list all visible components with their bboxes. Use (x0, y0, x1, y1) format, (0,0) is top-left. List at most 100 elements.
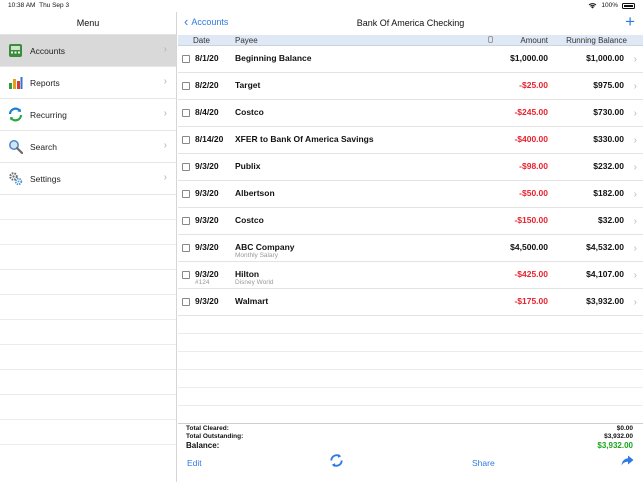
sidebar-item-accounts[interactable]: Accounts › (0, 35, 176, 67)
gears-icon (8, 171, 23, 186)
cleared-checkbox[interactable] (182, 163, 190, 171)
status-right: 100% (588, 2, 635, 9)
empty-row (178, 316, 643, 334)
transaction-payee: Hilton (235, 269, 260, 279)
accounts-icon (8, 43, 23, 58)
chevron-right-icon: › (633, 54, 637, 65)
register-panel: ‹ Accounts Bank Of America Checking + Da… (178, 12, 643, 482)
chevron-right-icon: › (163, 76, 167, 87)
cleared-checkbox[interactable] (182, 109, 190, 117)
edit-button[interactable]: Edit (187, 458, 202, 468)
attachment-icon (488, 36, 493, 43)
transaction-running-balance: $182.00 (593, 188, 624, 198)
sidebar-empty-row (0, 345, 176, 370)
battery-percent: 100% (601, 2, 618, 9)
empty-row (178, 352, 643, 370)
total-outstanding-label: Total Outstanding: (186, 433, 244, 440)
transaction-amount: $1,000.00 (510, 53, 548, 63)
cleared-checkbox[interactable] (182, 298, 190, 306)
chevron-right-icon: › (633, 297, 637, 308)
transaction-row[interactable]: 8/1/20 Beginning Balance $1,000.00 $1,00… (178, 46, 643, 73)
cleared-checkbox[interactable] (182, 82, 190, 90)
cleared-checkbox[interactable] (182, 217, 190, 225)
transaction-running-balance: $730.00 (593, 107, 624, 117)
transaction-running-balance: $3,932.00 (586, 296, 624, 306)
transaction-running-balance: $1,000.00 (586, 53, 624, 63)
sidebar-item-search[interactable]: Search › (0, 131, 176, 163)
chevron-right-icon: › (163, 44, 167, 55)
chevron-right-icon: › (163, 108, 167, 119)
forward-arrow-icon (621, 455, 634, 466)
transaction-row[interactable]: 8/4/20 Costco -$245.00 $730.00 › (178, 100, 643, 127)
transaction-amount: -$175.00 (514, 296, 548, 306)
transaction-amount: -$150.00 (514, 215, 548, 225)
transaction-payee: ABC Company (235, 242, 295, 252)
sidebar-item-reports[interactable]: Reports › (0, 67, 176, 99)
transaction-payee: Walmart (235, 296, 269, 306)
column-amount[interactable]: Amount (520, 36, 548, 45)
transaction-payee: Beginning Balance (235, 53, 312, 63)
transaction-row[interactable]: 9/3/20 Walmart -$175.00 $3,932.00 › (178, 289, 643, 316)
sidebar-item-label: Reports (30, 77, 60, 88)
sidebar-item-settings[interactable]: Settings › (0, 163, 176, 195)
transaction-amount: -$400.00 (514, 134, 548, 144)
sync-icon (330, 453, 343, 468)
sidebar-item-recurring[interactable]: Recurring › (0, 99, 176, 131)
transaction-date: 8/4/20 (195, 107, 219, 117)
transaction-row[interactable]: 8/14/20 XFER to Bank Of America Savings … (178, 127, 643, 154)
share-button[interactable]: Share (472, 458, 495, 468)
transaction-list: 8/1/20 Beginning Balance $1,000.00 $1,00… (178, 46, 643, 424)
transaction-row[interactable]: 9/3/20 Publix -$98.00 $232.00 › (178, 154, 643, 181)
transaction-row[interactable]: 9/3/20 ABC Company Monthly Salary $4,500… (178, 235, 643, 262)
transaction-payee: XFER to Bank Of America Savings (235, 134, 374, 144)
column-header: Date Payee Amount Running Balance (178, 35, 643, 46)
chevron-right-icon: › (633, 81, 637, 92)
cleared-checkbox[interactable] (182, 55, 190, 63)
column-payee[interactable]: Payee (235, 36, 258, 45)
transaction-running-balance: $4,532.00 (586, 242, 624, 252)
chevron-right-icon: › (163, 172, 167, 183)
transaction-date: 9/3/20 (195, 161, 219, 171)
page-title: Bank Of America Checking (356, 18, 465, 28)
sidebar: Menu Accounts › Reports › Recurring › Se… (0, 12, 177, 482)
reports-chart-icon (8, 75, 23, 90)
transaction-date: 9/3/20 (195, 215, 219, 225)
transaction-date: 8/1/20 (195, 53, 219, 63)
sidebar-empty-row (0, 420, 176, 445)
transaction-row[interactable]: 8/2/20 Target -$25.00 $975.00 › (178, 73, 643, 100)
transaction-payee: Publix (235, 161, 261, 171)
total-cleared-label: Total Cleared: (186, 425, 229, 432)
chevron-right-icon: › (633, 243, 637, 254)
chevron-right-icon: › (163, 140, 167, 151)
total-outstanding-value: $3,932.00 (604, 433, 633, 440)
forward-button[interactable] (621, 455, 634, 468)
cleared-checkbox[interactable] (182, 190, 190, 198)
transaction-amount: -$425.00 (514, 269, 548, 279)
transaction-amount: -$245.00 (514, 107, 548, 117)
column-date[interactable]: Date (193, 36, 210, 45)
add-transaction-button[interactable]: + (625, 13, 635, 30)
cleared-checkbox[interactable] (182, 244, 190, 252)
cleared-checkbox[interactable] (182, 136, 190, 144)
balance-label: Balance: (186, 441, 220, 450)
sync-button[interactable] (329, 453, 344, 470)
sidebar-empty-row (0, 195, 176, 220)
transaction-amount: -$25.00 (519, 80, 548, 90)
transaction-row[interactable]: 9/3/20 Albertson -$50.00 $182.00 › (178, 181, 643, 208)
transaction-date: 8/14/20 (195, 134, 224, 144)
status-time: 10:38 AM Thu Sep 3 (8, 2, 70, 9)
sidebar-empty-row (0, 370, 176, 395)
empty-row (178, 334, 643, 352)
sidebar-empty-row (0, 270, 176, 295)
sidebar-title: Menu (0, 12, 176, 35)
sidebar-item-label: Accounts (30, 45, 65, 56)
transaction-row[interactable]: 9/3/20 #124 Hilton Disney World -$425.00… (178, 262, 643, 289)
cleared-checkbox[interactable] (182, 271, 190, 279)
transaction-row[interactable]: 9/3/20 Costco -$150.00 $32.00 › (178, 208, 643, 235)
transaction-amount: -$98.00 (519, 161, 548, 171)
transaction-running-balance: $975.00 (593, 80, 624, 90)
balance-value: $3,932.00 (597, 441, 633, 450)
transaction-payee: Target (235, 80, 261, 90)
transaction-memo: Disney World (235, 279, 274, 286)
column-running-balance[interactable]: Running Balance (566, 36, 627, 45)
